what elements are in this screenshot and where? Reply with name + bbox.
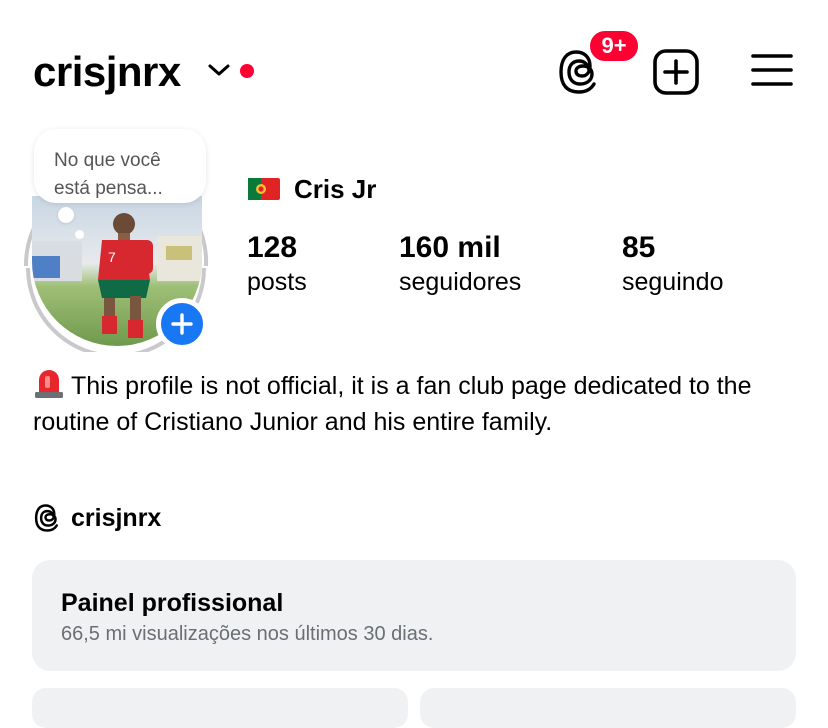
plus-icon bbox=[171, 313, 193, 335]
share-profile-button[interactable] bbox=[420, 688, 796, 728]
notification-badge[interactable]: 9+ bbox=[587, 28, 641, 64]
stat-posts-value: 128 bbox=[247, 231, 298, 264]
profile-bio: This profile is not official, it is a fa… bbox=[33, 368, 813, 440]
chevron-down-icon[interactable] bbox=[207, 62, 231, 78]
menu-icon[interactable] bbox=[750, 50, 794, 90]
stat-following[interactable]: 85 seguindo bbox=[622, 230, 723, 298]
stat-followers[interactable]: 160 mil seguidores bbox=[399, 230, 521, 298]
portugal-flag-icon bbox=[248, 178, 280, 200]
note-text: No que você está pensa... bbox=[54, 150, 163, 199]
note-tail-dot-small bbox=[75, 230, 84, 239]
threads-handle: crisjnrx bbox=[71, 503, 162, 532]
panel-subtitle: 66,5 mi visualizações nos últimos 30 dia… bbox=[61, 623, 434, 645]
threads-icon bbox=[34, 504, 58, 532]
unread-dot bbox=[240, 64, 254, 78]
display-name: Cris Jr bbox=[294, 174, 377, 204]
panel-title: Painel profissional bbox=[61, 589, 284, 617]
profile-username[interactable]: crisjnrx bbox=[33, 44, 181, 100]
threads-profile-link[interactable]: crisjnrx bbox=[33, 503, 161, 533]
stat-followers-value: 160 mil bbox=[399, 231, 501, 264]
stat-posts[interactable]: 128 posts bbox=[247, 230, 307, 298]
stat-followers-label: seguidores bbox=[399, 268, 522, 296]
stat-following-value: 85 bbox=[622, 231, 656, 264]
note-bubble[interactable]: No que você está pensa... bbox=[34, 129, 206, 203]
bio-text: This profile is not official, it is a fa… bbox=[33, 372, 752, 436]
new-post-icon[interactable] bbox=[652, 48, 700, 96]
edit-profile-button[interactable] bbox=[32, 688, 408, 728]
note-tail-dot bbox=[58, 207, 74, 223]
add-story-button[interactable] bbox=[156, 298, 208, 350]
siren-icon bbox=[35, 370, 63, 398]
stat-following-label: seguindo bbox=[622, 268, 724, 296]
svg-text:7: 7 bbox=[108, 249, 116, 265]
stat-posts-label: posts bbox=[247, 268, 307, 296]
professional-dashboard-card[interactable]: Painel profissional 66,5 mi visualizaçõe… bbox=[32, 560, 796, 671]
